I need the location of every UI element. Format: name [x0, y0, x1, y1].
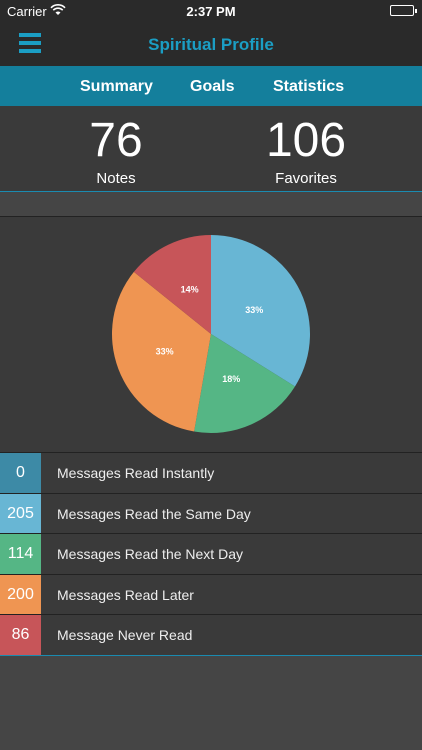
counters-panel: 76 Notes 106 Favorites: [0, 106, 422, 192]
battery-icon: [390, 5, 417, 16]
legend-count-badge: 114: [0, 534, 41, 574]
status-time: 2:37 PM: [186, 4, 236, 19]
tab-statistics[interactable]: Statistics: [273, 78, 344, 96]
bottom-background: [0, 656, 422, 750]
tab-bar: Summary Goals Statistics: [0, 66, 422, 106]
page-title: Spiritual Profile: [148, 35, 274, 54]
legend-count-badge: 0: [0, 453, 41, 493]
legend-row[interactable]: 0 Messages Read Instantly: [0, 452, 422, 493]
legend-label: Messages Read Later: [57, 586, 194, 603]
pie-chart: 33% 18% 33% 14%: [112, 235, 311, 433]
nav-bar: Spiritual Profile: [0, 22, 422, 66]
pie-slice-label: 33%: [245, 305, 263, 315]
legend-row[interactable]: 114 Messages Read the Next Day: [0, 533, 422, 574]
notes-label: Notes: [96, 170, 136, 187]
favorites-counter[interactable]: 106 Favorites: [206, 114, 406, 188]
legend-list: 0 Messages Read Instantly 205 Messages R…: [0, 452, 422, 656]
legend-row[interactable]: 86 Message Never Read: [0, 614, 422, 655]
pie-slice-label: 18%: [222, 374, 240, 384]
legend-label: Message Never Read: [57, 627, 193, 644]
pie-slice-label: 33%: [156, 346, 174, 356]
pie-slice-label: 14%: [181, 284, 199, 294]
legend-row[interactable]: 205 Messages Read the Same Day: [0, 492, 422, 534]
favorites-count: 106: [265, 114, 347, 167]
legend-label: Messages Read the Next Day: [57, 546, 243, 563]
legend-row[interactable]: 200 Messages Read Later: [0, 573, 422, 615]
tab-summary[interactable]: Summary: [80, 78, 153, 96]
legend-label: Messages Read the Same Day: [57, 505, 251, 522]
legend-count-badge: 205: [0, 493, 41, 534]
section-divider: [0, 192, 422, 217]
notes-counter[interactable]: 76 Notes: [16, 114, 216, 188]
legend-label: Messages Read Instantly: [57, 465, 215, 481]
legend-count-badge: 86: [0, 615, 41, 655]
favorites-label: Favorites: [275, 170, 337, 187]
legend-count-badge: 200: [0, 574, 41, 615]
pie-chart-area: 33% 18% 33% 14%: [0, 217, 422, 452]
status-bar: Carrier 2:37 PM: [0, 0, 422, 22]
notes-count: 76: [89, 114, 143, 167]
tab-goals[interactable]: Goals: [190, 78, 234, 96]
